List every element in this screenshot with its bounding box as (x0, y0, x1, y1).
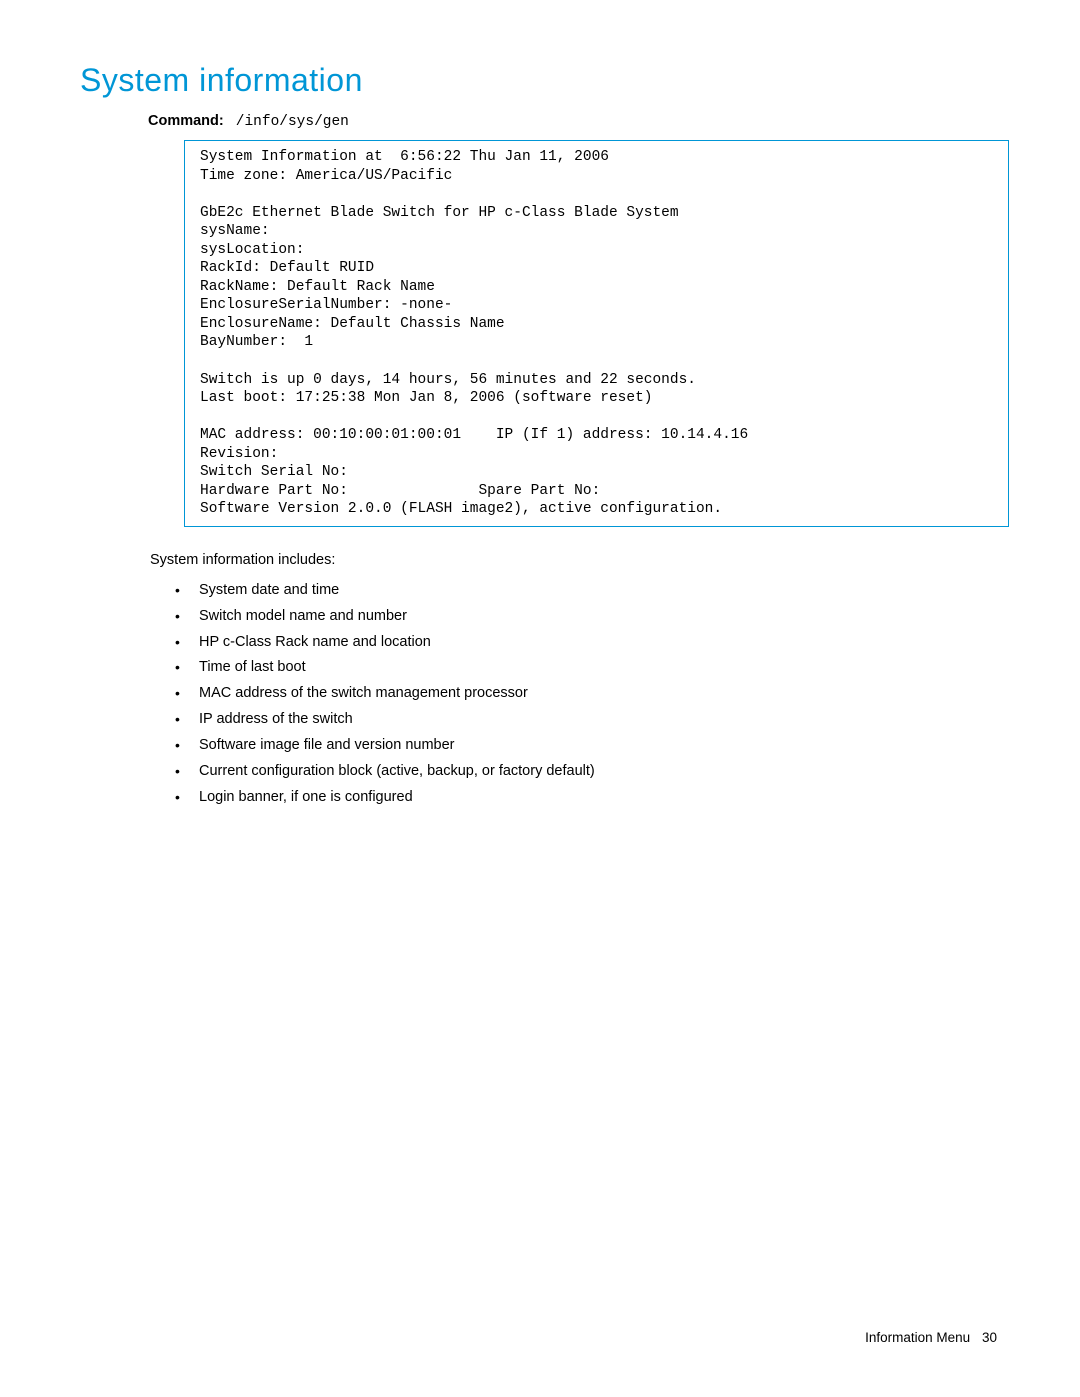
intro-text: System information includes: (150, 552, 1000, 568)
page-title: System information (80, 62, 1000, 99)
list-item: Switch model name and number (165, 607, 1000, 626)
footer-section: Information Menu (865, 1330, 970, 1345)
list-item: Login banner, if one is configured (165, 788, 1000, 807)
list-item: Software image file and version number (165, 736, 1000, 755)
list-item: IP address of the switch (165, 710, 1000, 729)
list-item: MAC address of the switch management pro… (165, 684, 1000, 703)
command-label: Command: (148, 113, 224, 129)
command-row: Command: /info/sys/gen (148, 113, 1000, 130)
list-item: System date and time (165, 581, 1000, 600)
list-item: HP c-Class Rack name and location (165, 633, 1000, 652)
bullet-list: System date and time Switch model name a… (165, 581, 1000, 807)
list-item: Current configuration block (active, bac… (165, 762, 1000, 781)
list-item: Time of last boot (165, 658, 1000, 677)
code-output-box: System Information at 6:56:22 Thu Jan 11… (184, 140, 1009, 527)
command-value: /info/sys/gen (236, 114, 349, 130)
page-footer: Information Menu 30 (865, 1330, 997, 1345)
footer-page-number: 30 (982, 1330, 997, 1345)
